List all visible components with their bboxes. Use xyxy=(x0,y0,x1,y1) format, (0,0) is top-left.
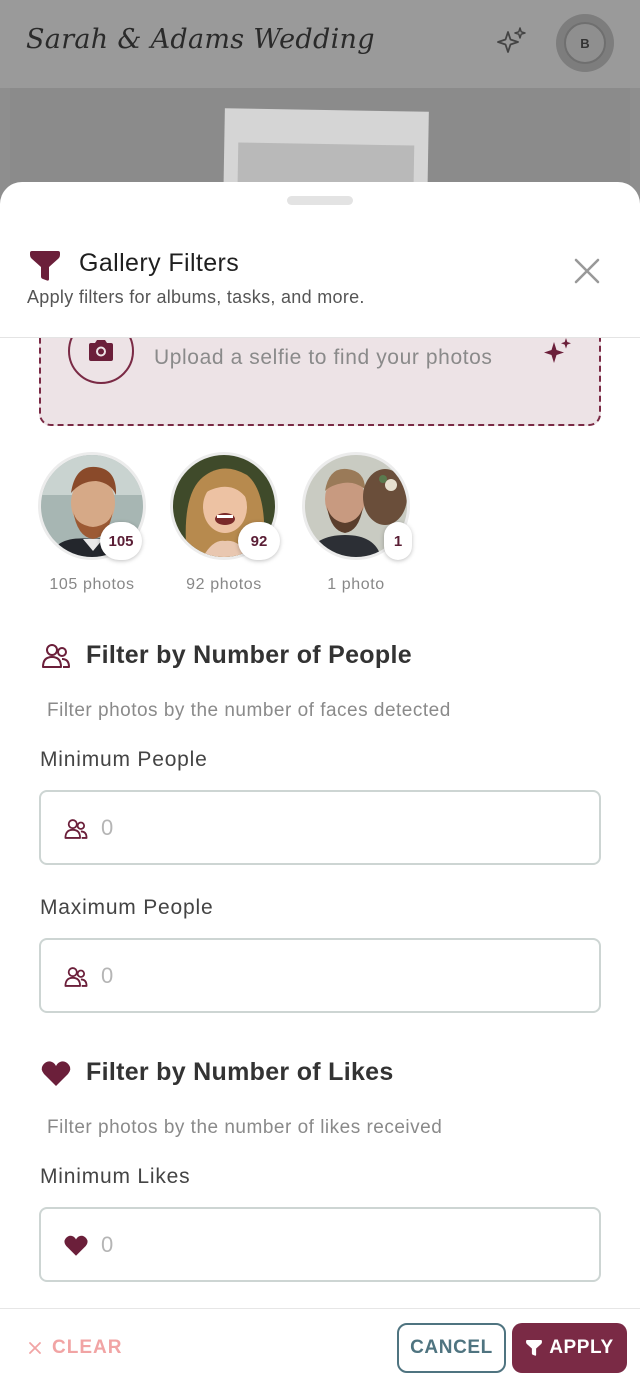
face-list: 105 105 photos 92 92 photos 1 1 photo xyxy=(38,452,618,602)
face-item[interactable]: 1 1 photo xyxy=(302,452,412,593)
face-photo-count: 1 photo xyxy=(327,576,385,593)
face-item[interactable]: 92 92 photos xyxy=(170,452,280,593)
min-people-field[interactable] xyxy=(39,790,601,865)
avatar-initial: B xyxy=(564,22,606,64)
people-icon xyxy=(42,644,70,668)
min-likes-input[interactable] xyxy=(101,1225,581,1265)
face-photo-count: 92 photos xyxy=(186,576,262,593)
apply-label: APPLY xyxy=(549,1337,614,1358)
max-people-label: Maximum People xyxy=(40,896,214,919)
cancel-button[interactable]: CANCEL xyxy=(397,1323,506,1373)
sheet-subtitle: Apply filters for albums, tasks, and mor… xyxy=(27,287,365,307)
clear-button[interactable]: CLEAR xyxy=(28,1333,122,1363)
apply-button[interactable]: APPLY xyxy=(512,1323,627,1373)
min-likes-label: Minimum Likes xyxy=(40,1165,191,1188)
funnel-icon xyxy=(30,251,60,281)
face-photo-count: 105 photos xyxy=(49,576,135,593)
people-icon xyxy=(64,967,88,987)
clear-label: CLEAR xyxy=(52,1337,123,1358)
close-icon[interactable] xyxy=(570,254,604,288)
heart-icon xyxy=(41,1061,71,1086)
avatar[interactable]: B xyxy=(556,14,614,72)
heart-icon xyxy=(64,1235,88,1256)
max-people-input[interactable] xyxy=(101,956,581,996)
max-people-field[interactable] xyxy=(39,938,601,1013)
camera-button[interactable] xyxy=(68,338,134,384)
x-icon xyxy=(29,1342,41,1354)
min-people-label: Minimum People xyxy=(40,748,208,771)
min-likes-field[interactable] xyxy=(39,1207,601,1282)
sheet-footer: CLEAR CANCEL APPLY xyxy=(0,1308,640,1385)
sheet-title: Gallery Filters xyxy=(79,249,240,277)
camera-icon xyxy=(89,340,113,361)
app-title: Sarah & Adams Wedding xyxy=(26,24,375,55)
selfie-upload[interactable]: Upload a selfie to find your photos xyxy=(39,338,601,426)
face-item[interactable]: 105 105 photos xyxy=(38,452,146,593)
sparkle-icon[interactable] xyxy=(496,26,528,58)
people-filter-description: Filter photos by the number of faces det… xyxy=(47,700,451,721)
face-count-badge: 92 xyxy=(238,522,280,560)
filters-sheet: Gallery Filters Apply filters for albums… xyxy=(0,182,640,1385)
people-filter-title: Filter by Number of People xyxy=(86,641,412,669)
likes-filter-title: Filter by Number of Likes xyxy=(86,1058,394,1086)
drag-handle[interactable] xyxy=(287,196,353,205)
sparkle-icon xyxy=(544,338,571,363)
app-header: Sarah & Adams Wedding B xyxy=(0,0,640,88)
people-icon xyxy=(64,819,88,839)
likes-filter-description: Filter photos by the number of likes rec… xyxy=(47,1117,443,1138)
min-people-input[interactable] xyxy=(101,808,581,848)
upload-text: Upload a selfie to find your photos xyxy=(154,346,493,369)
sheet-header: Gallery Filters Apply filters for albums… xyxy=(0,212,640,338)
face-count-badge: 105 xyxy=(100,522,142,560)
face-count-badge: 1 xyxy=(384,522,412,560)
cancel-label: CANCEL xyxy=(410,1337,493,1358)
funnel-icon xyxy=(526,1340,543,1356)
filters-scroll-area[interactable]: Upload a selfie to find your photos 105 … xyxy=(0,338,640,1308)
